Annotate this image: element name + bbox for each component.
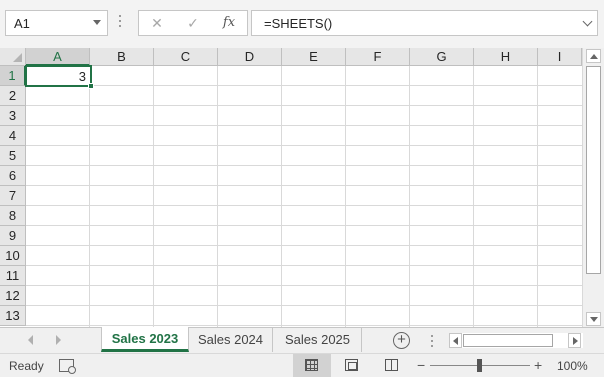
row-header-7[interactable]: 7 [0, 186, 26, 206]
row-header-10[interactable]: 10 [0, 246, 26, 266]
column-header-i[interactable]: I [538, 48, 582, 66]
formula-buttons: ✕ ✓ fx [138, 10, 248, 36]
scroll-right-icon[interactable] [568, 333, 581, 348]
column-header-c[interactable]: C [154, 48, 218, 66]
insert-function-icon[interactable]: fx [216, 14, 242, 32]
grid-view-icon [305, 359, 318, 371]
row-header-1[interactable]: 1 [0, 66, 26, 86]
cancel-icon[interactable]: ✕ [144, 14, 170, 32]
row-header-9[interactable]: 9 [0, 226, 26, 246]
vertical-scroll-thumb[interactable] [586, 66, 601, 274]
active-cell-a1[interactable]: 3 [25, 65, 94, 89]
row-header-12[interactable]: 12 [0, 286, 26, 306]
row-header-6[interactable]: 6 [0, 166, 26, 186]
page-layout-button[interactable] [333, 354, 371, 377]
zoom-in-icon[interactable]: + [534, 357, 542, 373]
zoom-slider-knob[interactable] [477, 359, 482, 372]
formula-text: =SHEETS() [264, 16, 333, 31]
status-bar: Ready − + 100% [0, 353, 604, 377]
column-header-e[interactable]: E [282, 48, 346, 66]
name-box-value: A1 [14, 16, 30, 31]
scroll-left-icon[interactable] [449, 333, 462, 348]
column-header-d[interactable]: D [218, 48, 282, 66]
formula-bar-area: A1 ✕ ✓ fx =SHEETS() [0, 0, 604, 48]
select-all-icon [13, 53, 22, 62]
page-break-preview-button[interactable] [373, 354, 411, 377]
zoom-out-icon[interactable]: − [417, 357, 425, 373]
zoom-level[interactable]: 100% [557, 359, 588, 373]
normal-view-button[interactable] [293, 354, 331, 377]
name-box[interactable]: A1 [5, 10, 108, 36]
worksheet-grid: ABCDEFGHI 1 2 3 4 5 6 7 8 9 10 11 12 13 3 [0, 48, 582, 327]
column-header-h[interactable]: H [474, 48, 538, 66]
drag-handle-icon[interactable] [119, 15, 122, 31]
scroll-up-icon[interactable] [586, 49, 601, 63]
previous-sheet-icon[interactable] [28, 335, 33, 345]
column-header-f[interactable]: F [346, 48, 410, 66]
fill-handle[interactable] [88, 83, 94, 89]
next-sheet-icon[interactable] [56, 335, 61, 345]
row-header-11[interactable]: 11 [0, 266, 26, 286]
expand-formula-bar-icon[interactable] [582, 16, 593, 27]
chevron-down-icon[interactable] [93, 20, 101, 25]
column-header-b[interactable]: B [90, 48, 154, 66]
cell-area[interactable] [26, 66, 582, 327]
cell-value: 3 [78, 69, 86, 84]
sheet-tab-sales-2025[interactable]: Sales 2025 [274, 328, 362, 352]
horizontal-scrollbar[interactable] [449, 333, 583, 348]
vertical-scrollbar[interactable] [582, 48, 604, 327]
row-header-5[interactable]: 5 [0, 146, 26, 166]
status-text: Ready [9, 359, 44, 373]
column-header-a[interactable]: A [26, 48, 90, 66]
sheet-tab-sales-2023[interactable]: Sales 2023 [101, 327, 189, 352]
select-all-corner[interactable] [0, 48, 26, 66]
add-sheet-icon[interactable]: + [393, 332, 410, 349]
horizontal-scroll-thumb[interactable] [463, 334, 553, 347]
row-header-2[interactable]: 2 [0, 86, 26, 106]
enter-icon[interactable]: ✓ [180, 14, 206, 32]
page-break-icon [385, 359, 398, 371]
tab-split-handle-icon[interactable] [431, 335, 433, 350]
row-header-13[interactable]: 13 [0, 306, 26, 326]
sheet-tab-bar: Sales 2023 Sales 2024 Sales 2025 + [0, 327, 604, 353]
column-header-g[interactable]: G [410, 48, 474, 66]
scroll-down-icon[interactable] [586, 312, 601, 326]
formula-input[interactable]: =SHEETS() [251, 10, 598, 36]
row-header-4[interactable]: 4 [0, 126, 26, 146]
page-layout-icon [345, 359, 358, 371]
sheet-tab-sales-2024[interactable]: Sales 2024 [189, 328, 273, 352]
row-header-8[interactable]: 8 [0, 206, 26, 226]
macro-recorder-icon[interactable] [59, 359, 76, 374]
row-header-3[interactable]: 3 [0, 106, 26, 126]
